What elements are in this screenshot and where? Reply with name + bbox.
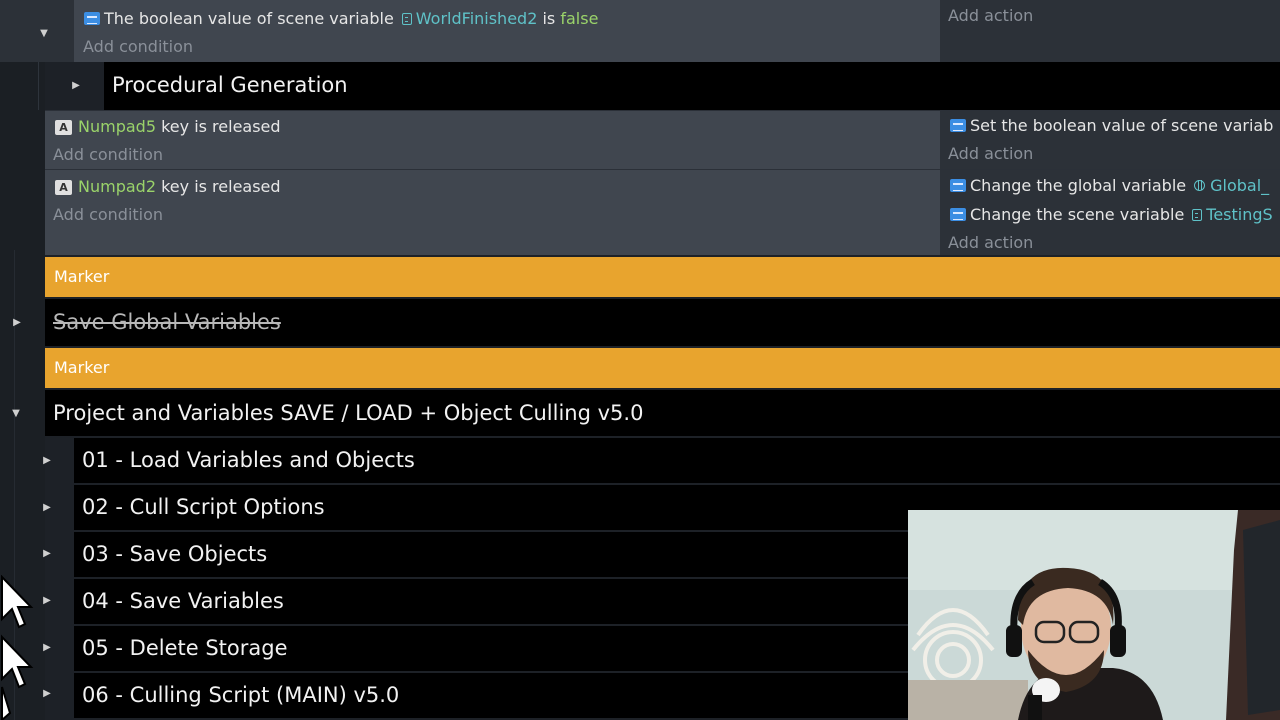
marker-comment[interactable]: Marker bbox=[45, 348, 1280, 388]
action-area[interactable]: Set the boolean value of scene variab Ad… bbox=[940, 111, 1280, 169]
event-row-numpad2[interactable]: A Numpad2 key is released Add condition C… bbox=[45, 169, 1280, 255]
webcam-overlay bbox=[908, 510, 1280, 720]
subgroup-title: 03 - Save Objects bbox=[82, 542, 268, 566]
key-name[interactable]: Numpad5 bbox=[78, 117, 156, 136]
subgroup-title: 01 - Load Variables and Objects bbox=[82, 448, 415, 472]
condition-area[interactable]: The boolean value of scene variable World… bbox=[74, 0, 940, 62]
chevron-down-icon[interactable]: ▼ bbox=[9, 407, 23, 421]
add-condition-link[interactable]: Add condition bbox=[53, 205, 163, 224]
scene-variable-icon bbox=[401, 13, 412, 25]
subgroup-title: 02 - Cull Script Options bbox=[82, 495, 325, 519]
group-project-save-load[interactable]: Project and Variables SAVE / LOAD + Obje… bbox=[45, 390, 1280, 436]
chevron-right-icon[interactable]: ▶ bbox=[40, 641, 54, 655]
scene-variable-icon bbox=[1192, 209, 1203, 221]
webcam-image bbox=[908, 510, 1280, 720]
marker-comment[interactable]: Marker bbox=[45, 257, 1280, 297]
variable-action-icon bbox=[84, 12, 100, 25]
condition-text: key is released bbox=[161, 177, 281, 196]
action-text: Change the scene variable bbox=[970, 205, 1185, 224]
action-text: Set the boolean value of scene variab bbox=[970, 116, 1274, 135]
condition-line[interactable]: The boolean value of scene variable World… bbox=[84, 9, 598, 28]
variable-action-icon bbox=[950, 119, 966, 132]
subgroup-title: 06 - Culling Script (MAIN) v5.0 bbox=[82, 683, 400, 707]
action-line-global[interactable]: Change the global variable Global_ bbox=[950, 176, 1269, 195]
group-title: Project and Variables SAVE / LOAD + Obje… bbox=[53, 401, 644, 425]
chevron-right-icon[interactable]: ▶ bbox=[40, 687, 54, 701]
subgroup-title: 04 - Save Variables bbox=[82, 589, 284, 613]
chevron-right-icon[interactable]: ▶ bbox=[40, 594, 54, 608]
keyboard-icon: A bbox=[55, 120, 72, 135]
chevron-right-icon[interactable]: ▶ bbox=[10, 316, 24, 330]
action-line[interactable]: Set the boolean value of scene variab bbox=[950, 116, 1273, 135]
chevron-right-icon[interactable]: ▶ bbox=[69, 79, 83, 93]
chevron-right-icon[interactable]: ▶ bbox=[40, 501, 54, 515]
chevron-right-icon[interactable]: ▶ bbox=[40, 547, 54, 561]
variable-name[interactable]: TestingS bbox=[1206, 205, 1272, 224]
condition-text: The boolean value of scene variable bbox=[104, 9, 394, 28]
add-condition-link[interactable]: Add condition bbox=[53, 145, 163, 164]
group-title: Procedural Generation bbox=[112, 73, 348, 97]
global-variable-icon bbox=[1194, 180, 1206, 191]
condition-line[interactable]: A Numpad5 key is released bbox=[55, 117, 281, 136]
action-line-scene[interactable]: Change the scene variable TestingS bbox=[950, 205, 1273, 224]
condition-line[interactable]: A Numpad2 key is released bbox=[55, 177, 281, 196]
action-text: Change the global variable bbox=[970, 176, 1187, 195]
condition-area[interactable]: A Numpad2 key is released Add condition bbox=[45, 170, 940, 255]
condition-text: key is released bbox=[161, 117, 281, 136]
variable-name[interactable]: WorldFinished2 bbox=[416, 9, 538, 28]
key-name[interactable]: Numpad2 bbox=[78, 177, 156, 196]
mouse-cursor-icon bbox=[1, 575, 34, 720]
group-save-global-variables[interactable]: Save Global Variables bbox=[45, 299, 1280, 346]
condition-area[interactable]: A Numpad5 key is released Add condition bbox=[45, 111, 940, 169]
condition-is: is bbox=[542, 9, 556, 28]
subgroup-row[interactable]: 01 - Load Variables and Objects bbox=[74, 438, 1280, 483]
add-action-link[interactable]: Add action bbox=[948, 144, 1033, 163]
event-row-top[interactable]: The boolean value of scene variable World… bbox=[0, 0, 1280, 62]
add-action-link[interactable]: Add action bbox=[948, 6, 1033, 25]
variable-action-icon bbox=[950, 179, 966, 192]
variable-name[interactable]: Global_ bbox=[1210, 176, 1269, 195]
keyboard-icon: A bbox=[55, 180, 72, 195]
add-condition-link[interactable]: Add condition bbox=[83, 37, 193, 56]
add-action-link[interactable]: Add action bbox=[948, 233, 1033, 252]
action-area[interactable]: Change the global variable Global_ Change… bbox=[940, 170, 1280, 255]
subgroup-title: 05 - Delete Storage bbox=[82, 636, 288, 660]
event-row-numpad5[interactable]: A Numpad5 key is released Add condition S… bbox=[45, 110, 1280, 169]
chevron-down-icon[interactable]: ▼ bbox=[37, 27, 51, 41]
group-title-disabled: Save Global Variables bbox=[53, 310, 281, 334]
variable-action-icon bbox=[950, 208, 966, 221]
group-procedural-generation[interactable]: Procedural Generation bbox=[104, 62, 1280, 110]
condition-value[interactable]: false bbox=[560, 9, 598, 28]
chevron-right-icon[interactable]: ▶ bbox=[40, 454, 54, 468]
